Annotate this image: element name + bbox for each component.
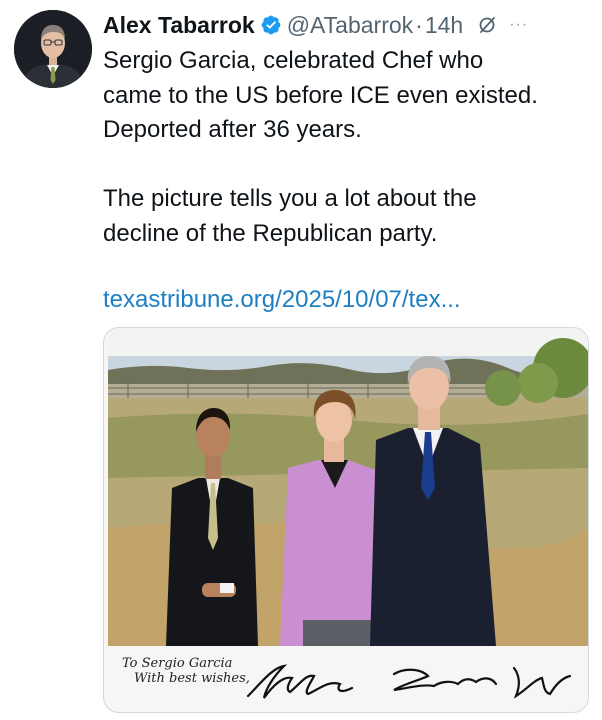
- media-photo[interactable]: To Sergio Garcia With best wishes,: [103, 327, 589, 713]
- more-icon[interactable]: ···: [509, 16, 528, 34]
- inscription-line: To Sergio Garcia: [122, 656, 233, 671]
- text-line: The picture tells you a lot about the: [103, 185, 477, 212]
- paragraph-1: Sergio Garcia, celebrated Chef who came …: [103, 44, 593, 148]
- tweet-header: Alex Tabarrok @ATabarrok · 14h ···: [103, 8, 594, 42]
- avatar[interactable]: [14, 10, 92, 88]
- profile-photo: [14, 10, 92, 88]
- author-handle[interactable]: @ATabarrok: [287, 12, 413, 39]
- separator-dot: ·: [415, 11, 423, 38]
- text-line: came to the US before ICE even existed.: [103, 81, 538, 109]
- text-line: decline of the Republican party.: [103, 219, 438, 247]
- verified-badge-icon: [261, 15, 281, 35]
- author-name[interactable]: Alex Tabarrok: [103, 12, 255, 39]
- article-link[interactable]: texastribune.org/2025/10/07/tex...: [103, 283, 461, 317]
- signature-image: [246, 664, 572, 699]
- photo-image: [108, 328, 588, 646]
- tweet-text: Sergio Garcia, celebrated Chef who came …: [103, 44, 593, 251]
- inscription-line: With best wishes,: [134, 671, 250, 686]
- timestamp[interactable]: 14h: [425, 12, 463, 39]
- paragraph-2: The picture tells you a lot about the de…: [103, 182, 593, 251]
- text-line: Sergio Garcia, celebrated Chef who: [103, 47, 484, 74]
- grok-icon[interactable]: [477, 15, 497, 35]
- text-line: Deported after 36 years.: [103, 116, 362, 143]
- photo-inscription: To Sergio Garcia With best wishes,: [122, 656, 250, 686]
